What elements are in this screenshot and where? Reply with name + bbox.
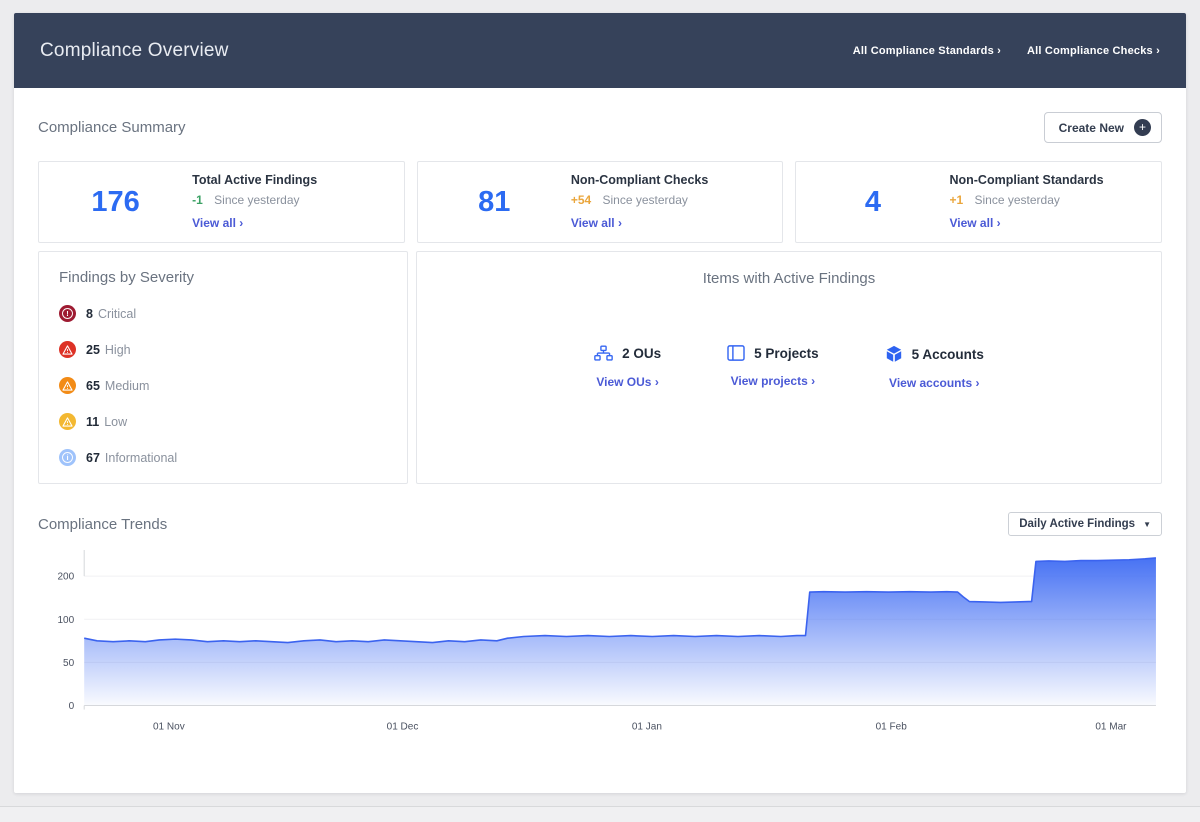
summary-header-row: Compliance Summary Create New xyxy=(38,112,1162,143)
ous-label: 2 OUs xyxy=(622,346,661,361)
page-title: Compliance Overview xyxy=(40,40,229,62)
create-new-label: Create New xyxy=(1059,121,1124,135)
chevron-down-icon: ▼ xyxy=(1143,520,1151,529)
view-all-standards-link[interactable]: View all › xyxy=(949,216,1000,230)
stat-delta-row: +1 Since yesterday xyxy=(949,193,1151,207)
panels-row: Findings by Severity 8 Critical 25 High xyxy=(38,251,1162,484)
stat-card-noncompliant-standards: 4 Non-Compliant Standards +1 Since yeste… xyxy=(795,161,1162,243)
severity-count: 11 xyxy=(86,415,99,429)
svg-text:01 Dec: 01 Dec xyxy=(387,722,419,733)
stat-value: 176 xyxy=(39,186,192,219)
org-units-icon xyxy=(594,345,613,362)
projects-icon xyxy=(727,345,745,361)
svg-text:01 Feb: 01 Feb xyxy=(876,722,908,733)
severity-count: 65 xyxy=(86,379,100,393)
high-severity-icon xyxy=(59,341,76,358)
since-label: Since yesterday xyxy=(975,193,1060,207)
stat-value: 81 xyxy=(418,186,571,219)
critical-severity-icon xyxy=(59,305,76,322)
severity-panel-title: Findings by Severity xyxy=(59,269,387,286)
stat-title: Non-Compliant Standards xyxy=(949,173,1151,187)
severity-label: High xyxy=(105,343,131,357)
medium-severity-icon xyxy=(59,377,76,394)
severity-count: 67 xyxy=(86,451,100,465)
stat-card-noncompliant-checks: 81 Non-Compliant Checks +54 Since yester… xyxy=(417,161,784,243)
items-groups: 2 OUs View OUs › 5 Projects View pro xyxy=(437,345,1141,392)
stat-delta-row: +54 Since yesterday xyxy=(571,193,773,207)
severity-count: 8 xyxy=(86,307,93,321)
all-compliance-checks-link[interactable]: All Compliance Checks › xyxy=(1027,45,1160,57)
trends-section-title: Compliance Trends xyxy=(38,516,167,533)
accounts-cube-icon xyxy=(885,345,903,363)
severity-row-critical: 8 Critical xyxy=(59,305,387,322)
delta-value: -1 xyxy=(192,193,203,207)
page-card: Compliance Overview All Compliance Stand… xyxy=(14,13,1186,793)
since-label: Since yesterday xyxy=(603,193,688,207)
svg-text:01 Nov: 01 Nov xyxy=(153,722,185,733)
dropdown-value: Daily Active Findings xyxy=(1019,518,1135,530)
svg-text:01 Mar: 01 Mar xyxy=(1095,722,1127,733)
view-projects-link[interactable]: View projects › xyxy=(731,374,815,388)
app-header: Compliance Overview All Compliance Stand… xyxy=(14,13,1186,88)
all-compliance-standards-link[interactable]: All Compliance Standards › xyxy=(853,45,1001,57)
accounts-label: 5 Accounts xyxy=(912,347,984,362)
view-ous-link[interactable]: View OUs › xyxy=(596,375,658,389)
informational-severity-icon xyxy=(59,449,76,466)
chart-container: 0 50 100 200 01 Nov 01 Dec 01 Jan 01 Feb 01 Mar xyxy=(38,548,1162,745)
findings-by-severity-panel: Findings by Severity 8 Critical 25 High xyxy=(38,251,408,484)
stat-title: Non-Compliant Checks xyxy=(571,173,773,187)
low-severity-icon xyxy=(59,413,76,430)
items-with-active-findings-panel: Items with Active Findings 2 OUs xyxy=(416,251,1162,484)
trends-header-row: Compliance Trends Daily Active Findings … xyxy=(38,512,1162,536)
main-content: Compliance Summary Create New 176 Total … xyxy=(14,112,1186,745)
summary-section-title: Compliance Summary xyxy=(38,119,186,136)
create-new-button[interactable]: Create New xyxy=(1044,112,1162,143)
view-all-checks-link[interactable]: View all › xyxy=(571,216,622,230)
svg-text:200: 200 xyxy=(57,572,74,583)
severity-row-medium: 65 Medium xyxy=(59,377,387,394)
severity-label: Critical xyxy=(98,307,136,321)
severity-row-low: 11 Low xyxy=(59,413,387,430)
trends-range-dropdown[interactable]: Daily Active Findings ▼ xyxy=(1008,512,1162,536)
severity-row-high: 25 High xyxy=(59,341,387,358)
severity-label: Low xyxy=(104,415,127,429)
stat-value: 4 xyxy=(796,186,949,219)
delta-value: +54 xyxy=(571,193,591,207)
projects-group: 5 Projects View projects › xyxy=(727,345,819,392)
svg-text:50: 50 xyxy=(63,658,75,669)
ous-group: 2 OUs View OUs › xyxy=(594,345,661,392)
plus-icon xyxy=(1134,119,1151,136)
view-all-findings-link[interactable]: View all › xyxy=(192,216,243,230)
items-panel-title: Items with Active Findings xyxy=(437,270,1141,287)
since-label: Since yesterday xyxy=(214,193,299,207)
svg-text:0: 0 xyxy=(69,701,75,712)
compliance-trends-chart: 0 50 100 200 01 Nov 01 Dec 01 Jan 01 Feb 01 Mar xyxy=(38,548,1162,745)
delta-value: +1 xyxy=(949,193,963,207)
stat-cards-row: 176 Total Active Findings -1 Since yeste… xyxy=(38,161,1162,243)
header-links: All Compliance Standards › All Complianc… xyxy=(853,45,1160,57)
footer-area xyxy=(0,807,1200,822)
svg-text:100: 100 xyxy=(57,615,74,626)
stat-delta-row: -1 Since yesterday xyxy=(192,193,394,207)
projects-label: 5 Projects xyxy=(754,346,819,361)
view-accounts-link[interactable]: View accounts › xyxy=(889,376,979,390)
stat-card-total-findings: 176 Total Active Findings -1 Since yeste… xyxy=(38,161,405,243)
severity-label: Informational xyxy=(105,451,177,465)
stat-title: Total Active Findings xyxy=(192,173,394,187)
svg-text:01 Jan: 01 Jan xyxy=(632,722,662,733)
severity-count: 25 xyxy=(86,343,100,357)
severity-label: Medium xyxy=(105,379,149,393)
severity-row-informational: 67 Informational xyxy=(59,449,387,466)
accounts-group: 5 Accounts View accounts › xyxy=(885,345,984,392)
